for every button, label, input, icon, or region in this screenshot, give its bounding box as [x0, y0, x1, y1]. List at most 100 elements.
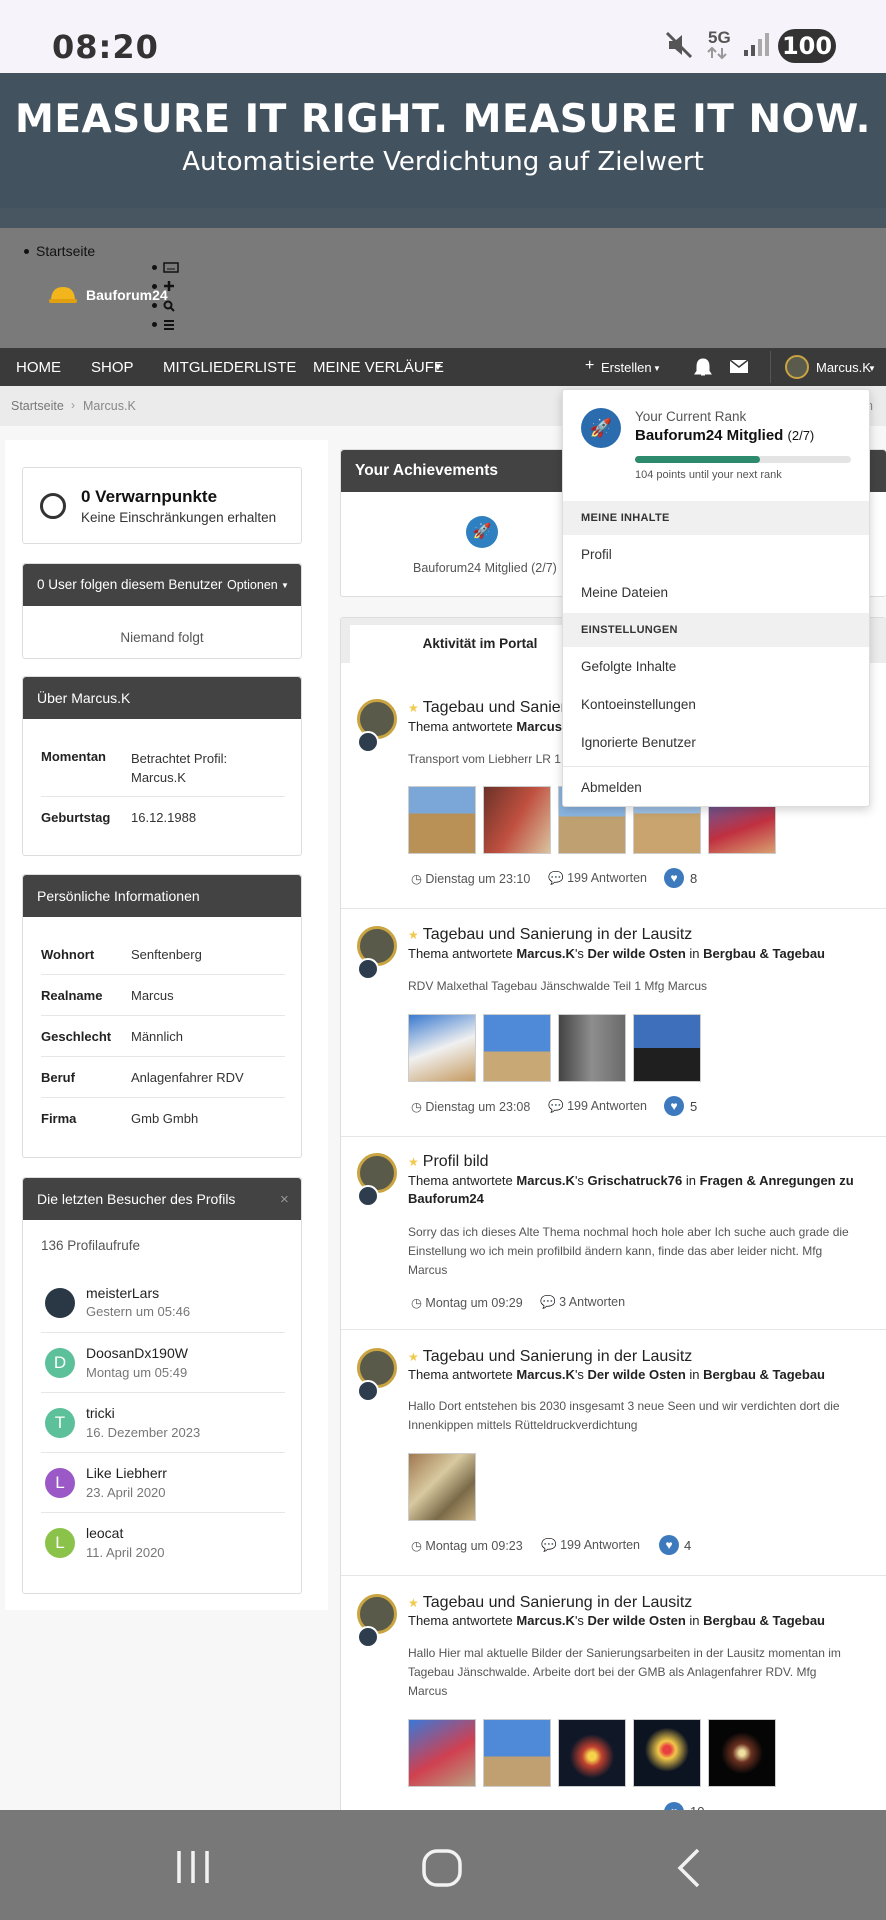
create-button[interactable]: Erstellen	[601, 360, 652, 375]
post-text: Tagebau Jänschwalde. Arbeite dort bei de…	[408, 1665, 817, 1679]
logo-text[interactable]: Bauforum24	[86, 287, 168, 303]
post-thumbnail[interactable]	[483, 1719, 551, 1787]
plus-icon[interactable]	[163, 280, 175, 292]
nav-memberlist[interactable]: MITGLIEDERLISTE	[163, 359, 296, 376]
menu-icon[interactable]	[163, 319, 175, 331]
post-replies[interactable]: 💬 199 Antworten	[548, 1099, 647, 1114]
warning-points-box: 0 Verwarnpunkte Keine Einschränkungen er…	[22, 467, 302, 544]
visitor-name[interactable]: Like Liebherr	[86, 1465, 167, 1481]
nav-home[interactable]: HOME	[16, 359, 61, 376]
bullet	[24, 249, 29, 254]
menu-item-followed-content[interactable]: Gefolgte Inhalte	[581, 659, 676, 674]
network-type: 5G	[708, 28, 731, 47]
post-title[interactable]: ★ Tagebau und Sanierung in der Lausitz	[408, 1348, 692, 1366]
comment-badge-icon	[357, 1185, 379, 1207]
bullet	[152, 284, 157, 289]
close-icon[interactable]: ×	[280, 1191, 289, 1208]
achievement-rank: Bauforum24 Mitglied (2/7)	[413, 561, 557, 575]
post-thumbnail[interactable]	[408, 786, 476, 854]
mute-icon	[665, 31, 693, 59]
divider	[41, 1056, 285, 1057]
visitor-name[interactable]: leocat	[86, 1525, 123, 1541]
post-forum[interactable]: Bauforum24	[408, 1191, 484, 1206]
hardhat-logo-icon[interactable]	[48, 283, 78, 305]
about-label: Geburtstag	[41, 810, 111, 825]
post-thumbnail[interactable]	[483, 786, 551, 854]
followers-box: 0 User folgen diesem Benutzer Optionen ▼…	[22, 563, 302, 659]
post-thumbnail[interactable]	[633, 1014, 701, 1082]
ad-banner[interactable]: MEASURE IT RIGHT. MEASURE IT NOW. Automa…	[0, 73, 886, 228]
envelope-icon[interactable]	[729, 359, 749, 374]
nav-shop[interactable]: SHOP	[91, 359, 134, 376]
nav-my-history[interactable]: MEINE VERLÄUFE	[313, 359, 444, 376]
post-thumbnail[interactable]	[408, 1453, 476, 1521]
post-thumbnail[interactable]	[408, 1014, 476, 1082]
info-value: Marcus	[131, 988, 174, 1003]
user-avatar[interactable]	[785, 355, 809, 379]
keyboard-icon[interactable]	[163, 262, 179, 273]
post-title[interactable]: ★ Tagebau und Sanierung in der Lausitz	[408, 926, 692, 944]
comment-badge-icon	[357, 1380, 379, 1402]
post-thumbnail[interactable]	[633, 1719, 701, 1787]
user-menu-button[interactable]: Marcus.K	[816, 360, 871, 375]
menu-item-logout[interactable]: Abmelden	[581, 780, 642, 795]
visitor-avatar[interactable]: L	[45, 1528, 75, 1558]
home-icon[interactable]	[421, 1848, 463, 1888]
visitor-avatar[interactable]: L	[45, 1468, 75, 1498]
breadcrumb-home[interactable]: Startseite	[11, 399, 64, 413]
star-icon: ★	[408, 1155, 419, 1169]
post-subline: Thema antwortete Marcus.K's Grischatruck…	[408, 1173, 854, 1188]
options-dropdown[interactable]: Optionen	[227, 578, 278, 592]
visitor-avatar[interactable]	[45, 1288, 75, 1318]
points-note: 104 points until your next rank	[635, 469, 782, 481]
post-title[interactable]: ★ Profil bild	[408, 1153, 489, 1171]
data-arrows-icon	[707, 46, 727, 60]
rank-progress-bar	[635, 456, 851, 463]
divider	[341, 1575, 886, 1576]
post-replies[interactable]: 💬 199 Antworten	[548, 871, 647, 886]
about-value: Betrachtet Profil: Marcus.K	[131, 751, 228, 785]
menu-item-my-files[interactable]: Meine Dateien	[581, 585, 668, 600]
visitor-name[interactable]: meisterLars	[86, 1285, 159, 1301]
menu-item-profile[interactable]: Profil	[581, 547, 612, 562]
post-text: Marcus	[408, 1684, 448, 1698]
search-icon[interactable]	[163, 300, 175, 312]
divider	[41, 1392, 285, 1393]
back-icon[interactable]	[674, 1847, 704, 1889]
profile-views: 136 Profilaufrufe	[41, 1238, 141, 1253]
post-replies[interactable]: 💬 3 Antworten	[540, 1295, 625, 1310]
star-icon: ★	[408, 1350, 419, 1364]
info-label: Beruf	[41, 1070, 75, 1085]
menu-item-account-settings[interactable]: Kontoeinstellungen	[581, 697, 696, 712]
post-replies[interactable]: 💬 199 Antworten	[541, 1538, 640, 1553]
user-dropdown-menu: 🚀 Your Current Rank Bauforum24 Mitglied …	[562, 389, 870, 807]
post-text: Marcus	[408, 1263, 448, 1277]
banner-subtitle: Automatisierte Verdichtung auf Zielwert	[182, 147, 704, 177]
divider	[41, 974, 285, 975]
post-thumbnail[interactable]	[408, 1719, 476, 1787]
visitor-name[interactable]: DoosanDx190W	[86, 1345, 188, 1361]
post-thumbnail[interactable]	[708, 1719, 776, 1787]
post-thumbnail[interactable]	[558, 1719, 626, 1787]
heart-icon[interactable]: ♥	[659, 1535, 679, 1555]
star-icon: ★	[408, 1596, 419, 1610]
recent-apps-icon[interactable]	[173, 1849, 213, 1885]
post-title[interactable]: ★ Tagebau und Sanierung in der Lausitz	[408, 1594, 692, 1612]
heart-icon[interactable]: ♥	[664, 868, 684, 888]
clock-icon: ◷	[411, 1100, 422, 1114]
clock-icon: ◷	[411, 872, 422, 886]
post-thumbnail[interactable]	[483, 1014, 551, 1082]
rank-name: Bauforum24 Mitglied (2/7)	[635, 427, 815, 444]
visitor-name[interactable]: tricki	[86, 1405, 115, 1421]
star-icon: ★	[408, 701, 419, 715]
bell-icon[interactable]	[694, 357, 712, 377]
post-date: ◷ Montag um 09:29	[411, 1296, 523, 1310]
header-home-link[interactable]: Startseite	[36, 243, 95, 259]
visitor-avatar[interactable]: D	[45, 1348, 75, 1378]
visitor-avatar[interactable]: T	[45, 1408, 75, 1438]
menu-item-ignored-users[interactable]: Ignorierte Benutzer	[581, 735, 696, 750]
recent-visitors-box: Die letzten Besucher des Profils × 136 P…	[22, 1177, 302, 1594]
comment-icon: 💬	[540, 1295, 556, 1309]
post-thumbnail[interactable]	[558, 1014, 626, 1082]
heart-icon[interactable]: ♥	[664, 1096, 684, 1116]
